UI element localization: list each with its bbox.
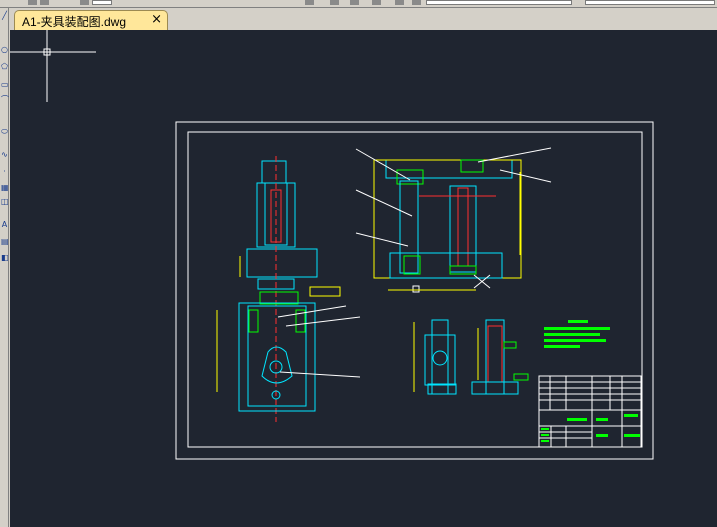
top-toolbar <box>0 0 717 8</box>
spline-icon[interactable]: ∿ <box>1 151 8 159</box>
toolbar-field[interactable] <box>92 0 112 5</box>
ellipse-icon[interactable]: ⬭ <box>1 128 8 136</box>
circle-icon[interactable]: ○ <box>1 46 8 54</box>
match-icon[interactable] <box>412 0 421 5</box>
draw-toolbar: ╱ ○ ⬠ ▭ ⌒ ⬭ ∿ · ▦ ◫ A ▤ ◧ <box>0 8 9 527</box>
document-tab[interactable]: A1-夹具装配图.dwg × <box>14 10 168 30</box>
line-icon[interactable]: ╱ <box>1 12 8 20</box>
layer-icon[interactable] <box>372 0 381 5</box>
region-icon[interactable]: ◫ <box>1 198 9 206</box>
detail-views <box>413 319 529 395</box>
redo-icon[interactable] <box>40 0 49 5</box>
undo-icon[interactable] <box>28 0 37 5</box>
polygon-icon[interactable]: ⬠ <box>1 63 8 71</box>
open-icon[interactable] <box>305 0 314 5</box>
section-view <box>355 147 552 293</box>
rectangle-icon[interactable]: ▭ <box>1 81 9 89</box>
document-tab-label: A1-夹具装配图.dwg <box>22 15 127 29</box>
save-icon[interactable] <box>330 0 339 5</box>
crosshair-cursor <box>10 30 96 102</box>
arc-icon[interactable]: ⌒ <box>1 96 9 104</box>
print-icon[interactable] <box>80 0 89 5</box>
drawing-canvas[interactable] <box>10 30 717 527</box>
cad-drawing <box>10 30 654 460</box>
point-icon[interactable]: · <box>1 168 8 176</box>
layer-dropdown[interactable] <box>426 0 572 5</box>
refresh-icon[interactable] <box>350 0 359 5</box>
properties-icon[interactable] <box>395 0 404 5</box>
block-icon[interactable]: ◧ <box>1 254 9 262</box>
front-view <box>216 156 361 422</box>
table-icon[interactable]: ▤ <box>1 238 9 246</box>
technical-requirements <box>544 320 610 348</box>
close-icon[interactable]: × <box>151 12 162 27</box>
document-tab-strip: A1-夹具装配图.dwg × <box>10 8 717 30</box>
text-icon[interactable]: A <box>1 221 8 229</box>
linetype-dropdown[interactable] <box>585 0 715 5</box>
hatch-icon[interactable]: ▦ <box>1 184 9 192</box>
